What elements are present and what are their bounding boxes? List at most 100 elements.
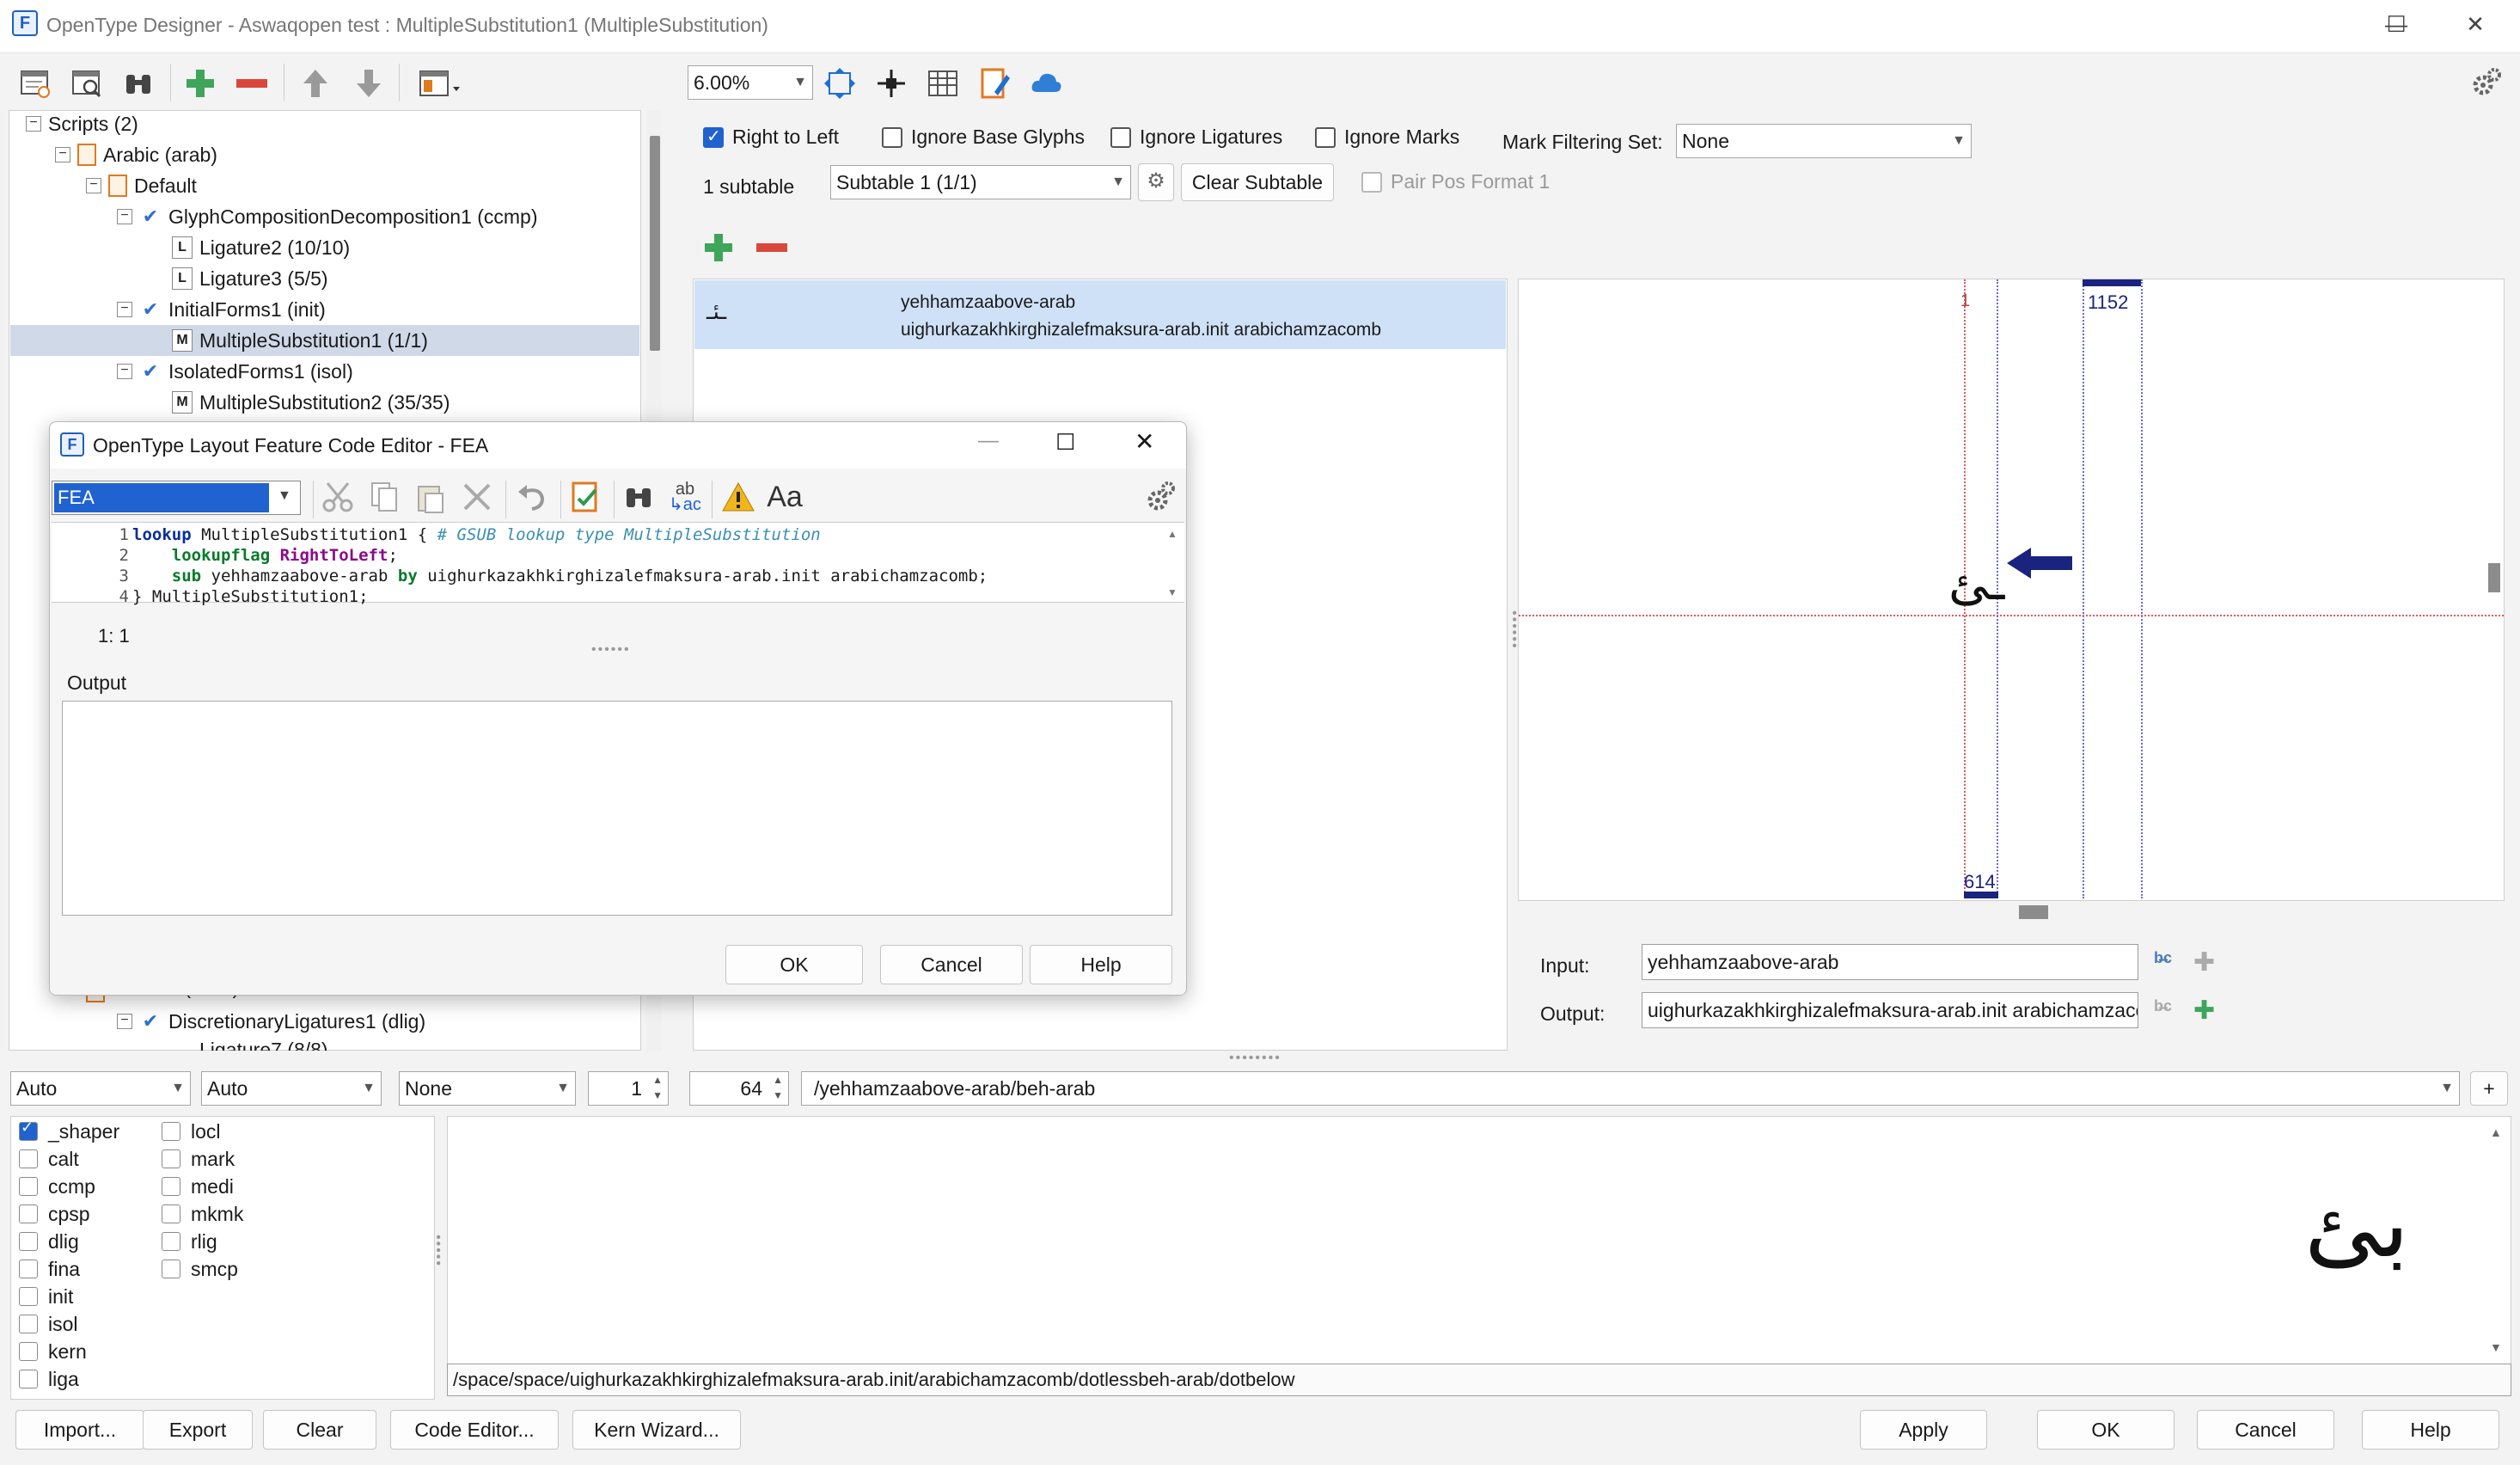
code-scroll-down-icon[interactable]: ▼ [1167, 586, 1177, 598]
ignore-marks-checkbox[interactable] [1315, 126, 1336, 148]
code-editor-area[interactable]: 1 2 3 4 lookup MultipleSubstitution1 { #… [52, 522, 1184, 606]
language-select[interactable]: Auto ▼ [201, 1071, 382, 1106]
tree-item-ligature3[interactable]: L Ligature3 (5/5) [172, 263, 328, 294]
subtable-settings-button[interactable]: ⚙ [1138, 163, 1174, 201]
ignore-marks-option[interactable]: Ignore Marks [1315, 126, 1459, 149]
export-button[interactable]: Export [143, 1410, 253, 1450]
input-field[interactable]: yehhamzaabove-arab [1642, 944, 2138, 980]
feature-splitter-grip[interactable]: ••••• [430, 1235, 445, 1267]
collapse-icon[interactable]: − [117, 364, 132, 379]
ignore-ligatures-option[interactable]: Ignore Ligatures [1110, 126, 1282, 149]
input-add-icon[interactable]: ✚ [2193, 947, 2215, 978]
glyph-hscroll-thumb[interactable] [2019, 905, 2048, 919]
tree-scrollbar-thumb[interactable] [650, 136, 660, 351]
code-editor-button[interactable]: Code Editor... [390, 1410, 559, 1450]
feature-checkbox[interactable] [162, 1149, 180, 1168]
ok-button[interactable]: OK [2037, 1410, 2174, 1450]
spellcheck-icon[interactable]: ab ↳ac [664, 475, 706, 518]
gear-icon[interactable] [2463, 62, 2506, 105]
size-input[interactable]: 64 ▲ ▼ [689, 1071, 789, 1106]
copy-icon[interactable] [363, 475, 406, 518]
preview-scroll-down-icon[interactable]: ▼ [2490, 1340, 2502, 1354]
import-button[interactable]: Import... [15, 1410, 144, 1450]
feature-item-medi[interactable]: medi [162, 1173, 234, 1200]
collapse-icon[interactable]: − [86, 178, 101, 193]
feature-checkbox[interactable] [19, 1370, 38, 1388]
edit-glyph-icon[interactable] [973, 62, 1016, 105]
feature-checkbox[interactable] [19, 1232, 38, 1251]
feature-item-cpsp[interactable]: cpsp [19, 1200, 90, 1228]
tree-item-multiplesubstitution2[interactable]: M MultipleSubstitution2 (35/35) [172, 387, 450, 418]
feature-checkbox[interactable] [19, 1177, 38, 1196]
add-icon[interactable] [179, 62, 222, 105]
tree-item-ccmp[interactable]: − ✔ GlyphCompositionDecomposition1 (ccmp… [117, 201, 538, 232]
dialog-minimize-button[interactable]: — [978, 429, 999, 453]
feature-checkbox[interactable] [19, 1119, 38, 1141]
cloud-icon[interactable] [1025, 62, 1067, 105]
tree-item-arabic[interactable]: − Arabic (arab) [55, 139, 217, 170]
tree-item-scripts[interactable]: − Scripts (2) [26, 108, 138, 139]
help-button[interactable]: Help [2362, 1410, 2499, 1450]
tree-item-ligature7[interactable]: Ligature7 (8/8) [172, 1037, 328, 1051]
binoculars-icon[interactable] [117, 62, 160, 105]
dialog-cancel-button[interactable]: Cancel [880, 945, 1023, 984]
mark-filtering-select[interactable]: None ▼ [1676, 124, 1972, 158]
glyph-vscroll-thumb[interactable] [2488, 563, 2500, 592]
cancel-button[interactable]: Cancel [2197, 1410, 2334, 1450]
move-up-icon[interactable] [294, 62, 337, 105]
tree-item-multiplesubstitution1[interactable]: M MultipleSubstitution1 (1/1) [10, 325, 639, 356]
tree-item-dlig[interactable]: − ✔ DiscretionaryLigatures1 (dlig) [117, 1006, 425, 1037]
input-spell-icon[interactable]: b̶c [2154, 949, 2172, 967]
clear-button[interactable]: Clear [263, 1410, 376, 1450]
feature-item-locl[interactable]: locl [162, 1118, 221, 1145]
feature-checkbox[interactable] [19, 1204, 38, 1223]
compile-icon[interactable] [564, 475, 607, 518]
grid-table-icon[interactable] [921, 62, 964, 105]
feature-item-rlig[interactable]: rlig [162, 1228, 217, 1255]
feature-checkbox[interactable] [19, 1149, 38, 1168]
feature-checkbox[interactable] [162, 1122, 180, 1141]
tree-item-init[interactable]: − ✔ InitialForms1 (init) [117, 294, 326, 325]
preview-scroll-up-icon[interactable]: ▲ [2490, 1125, 2502, 1139]
dialog-ok-button[interactable]: OK [725, 945, 863, 984]
direction-select[interactable]: None ▼ [399, 1071, 576, 1106]
size-stepper-icon[interactable]: ▲ ▼ [773, 1072, 783, 1103]
kern-wizard-button[interactable]: Kern Wizard... [572, 1410, 741, 1450]
crosshair-icon[interactable] [870, 62, 913, 105]
ignore-ligatures-checkbox[interactable] [1110, 126, 1131, 148]
tree-item-default[interactable]: − Default [86, 170, 197, 201]
collapse-icon[interactable]: − [117, 302, 132, 317]
feature-checkbox[interactable] [162, 1177, 180, 1196]
ignore-base-glyphs-checkbox[interactable] [882, 126, 902, 148]
feature-item-isol[interactable]: isol [19, 1310, 78, 1338]
paste-icon[interactable] [409, 475, 452, 518]
feature-item-dlig[interactable]: dlig [19, 1228, 79, 1255]
add-substitution-icon[interactable] [700, 229, 737, 267]
feature-item-ccmp[interactable]: ccmp [19, 1173, 95, 1200]
right-to-left-checkbox[interactable] [703, 126, 724, 148]
feature-item-calt[interactable]: calt [19, 1145, 79, 1173]
tree-item-ligature2[interactable]: L Ligature2 (10/10) [172, 232, 350, 263]
substitution-row[interactable]: ـئـ yehhamzaabove-arab uighurkazakhkirgh… [694, 280, 1506, 349]
stepper-input[interactable]: 1 ▲ ▼ [588, 1071, 669, 1106]
warning-icon[interactable] [717, 475, 760, 518]
feature-item-smcp[interactable]: smcp [162, 1255, 238, 1283]
fit-view-icon[interactable] [818, 62, 861, 105]
find-icon[interactable] [617, 475, 660, 518]
feature-checkbox[interactable] [19, 1315, 38, 1333]
feature-checkbox[interactable] [19, 1260, 38, 1278]
apply-button[interactable]: Apply [1860, 1410, 1987, 1450]
zoom-select[interactable]: 6.00% ▼ [688, 65, 813, 100]
feature-item-fina[interactable]: fina [19, 1255, 80, 1283]
code-scroll-up-icon[interactable]: ▲ [1167, 528, 1177, 540]
output-field[interactable]: uighurkazakhkirghizalefmaksura-arab.init… [1642, 992, 2138, 1028]
format-select[interactable]: FEA ▼ [52, 481, 301, 515]
ignore-base-glyphs-option[interactable]: Ignore Base Glyphs [882, 126, 1085, 149]
feature-item-shaper[interactable]: _shaper [19, 1118, 119, 1145]
clear-subtable-button[interactable]: Clear Subtable [1181, 163, 1334, 201]
feature-item-kern[interactable]: kern [19, 1338, 87, 1365]
dialog-maximize-button[interactable]: ☐ [1055, 429, 1075, 456]
glyph-sequence-field[interactable]: /space/space/uighurkazakhkirghizalefmaks… [447, 1364, 2511, 1396]
move-down-icon[interactable] [347, 62, 390, 105]
feature-checkbox[interactable] [162, 1260, 180, 1278]
